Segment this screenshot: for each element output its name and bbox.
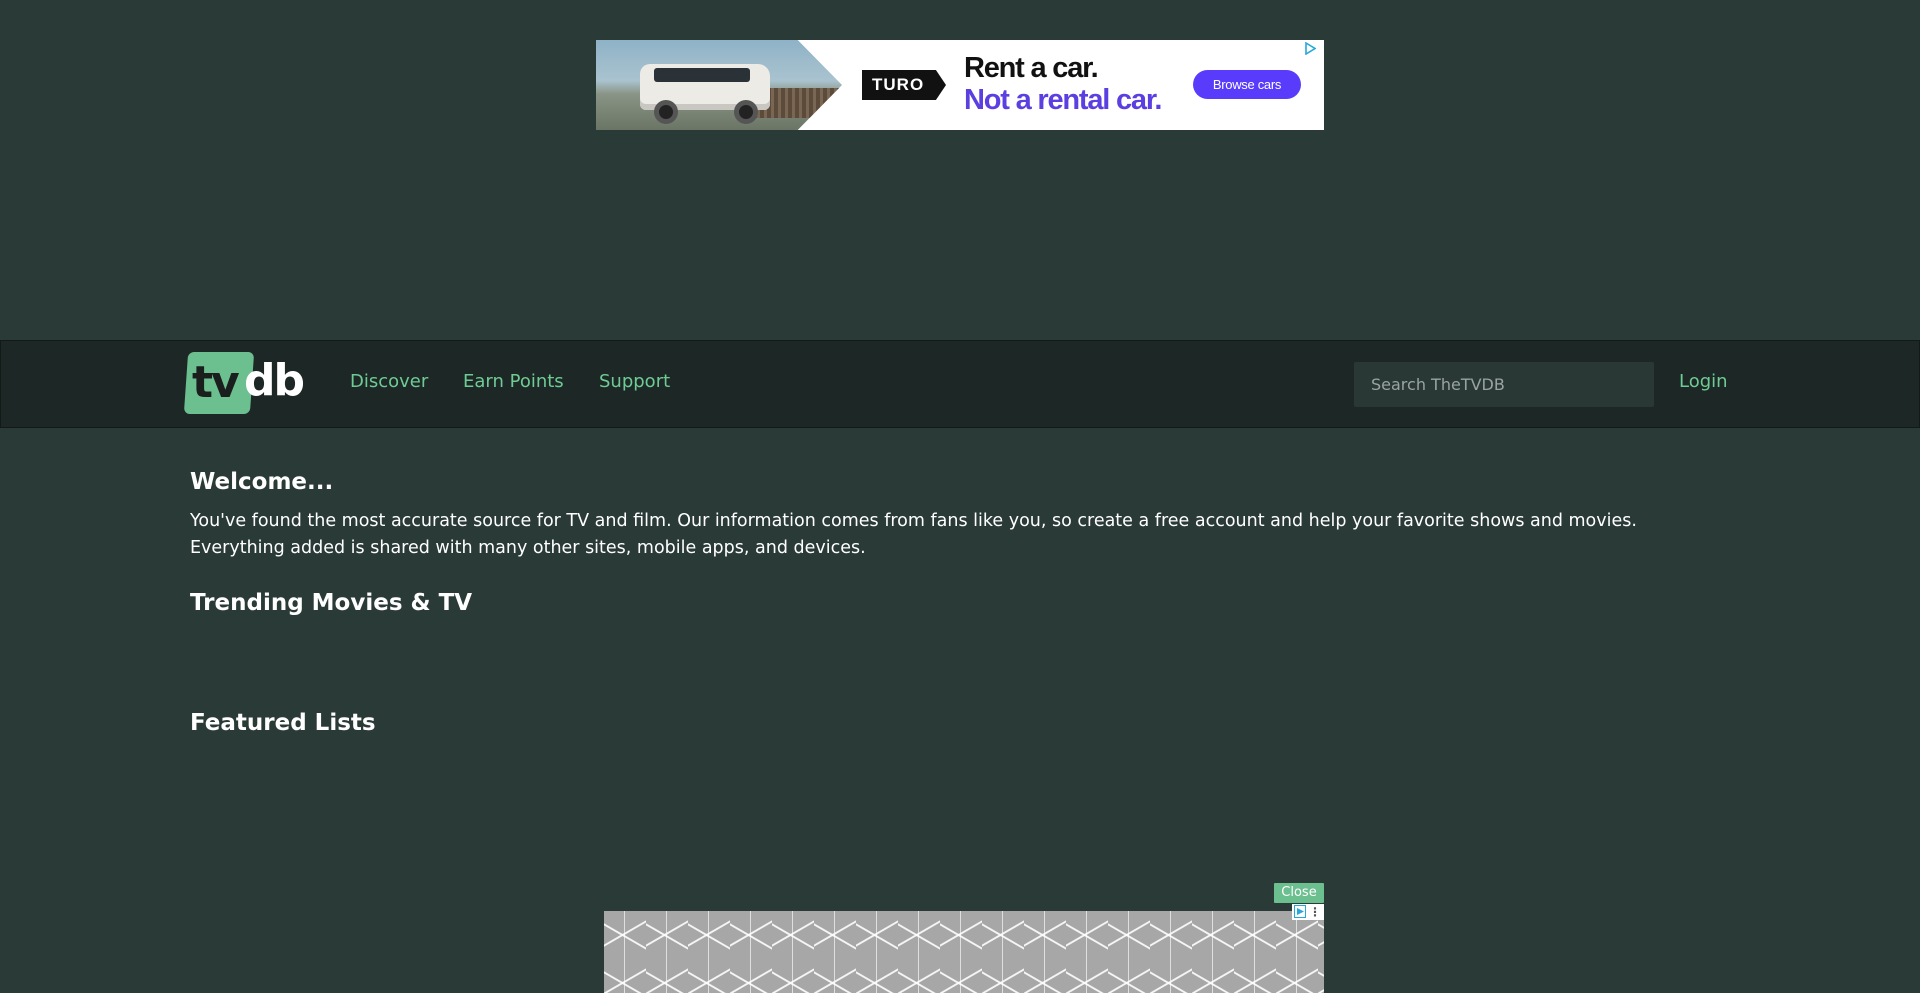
featured-lists-title: Featured Lists [190, 710, 376, 736]
ad-headline-line1: Rent a car. [964, 52, 1099, 84]
login-link[interactable]: Login [1679, 370, 1728, 394]
browse-cars-button[interactable]: Browse cars [1193, 70, 1301, 99]
tvdb-logo[interactable]: tv db [183, 352, 305, 414]
close-ad-button[interactable]: Close [1274, 883, 1324, 903]
trending-section-title: Trending Movies & TV [190, 590, 473, 616]
turo-logo: TURO [862, 70, 946, 100]
main-navbar: tv db Discover Earn Points Support Login [0, 340, 1920, 428]
ad-car-photo [596, 40, 842, 130]
ad-choices-badge[interactable]: ⋮ [1292, 904, 1324, 920]
play-triangle-icon [1294, 905, 1306, 918]
vertical-dots-icon[interactable]: ⋮ [1309, 904, 1321, 920]
welcome-title: Welcome... [190, 469, 334, 495]
top-ad-banner[interactable]: TURO Rent a car. Not a rental car. Brows… [596, 40, 1324, 130]
ad-car-wheel [734, 100, 758, 124]
logo-text-tv: tv [192, 357, 240, 408]
main-content: Welcome... You've found the most accurat… [190, 462, 1730, 562]
search-input[interactable] [1354, 362, 1654, 407]
nav-link-earn-points[interactable]: Earn Points [463, 370, 564, 394]
ad-car-wheel [654, 100, 678, 124]
logo-text-db: db [244, 355, 305, 406]
ad-car-window [654, 68, 750, 82]
nav-link-support[interactable]: Support [599, 370, 670, 394]
welcome-text: You've found the most accurate source fo… [190, 511, 1637, 558]
ad-headline-line2: Not a rental car. [964, 84, 1162, 116]
nav-link-discover[interactable]: Discover [350, 370, 428, 394]
play-triangle-icon[interactable] [1304, 41, 1317, 58]
bottom-ad-banner[interactable] [604, 911, 1324, 993]
